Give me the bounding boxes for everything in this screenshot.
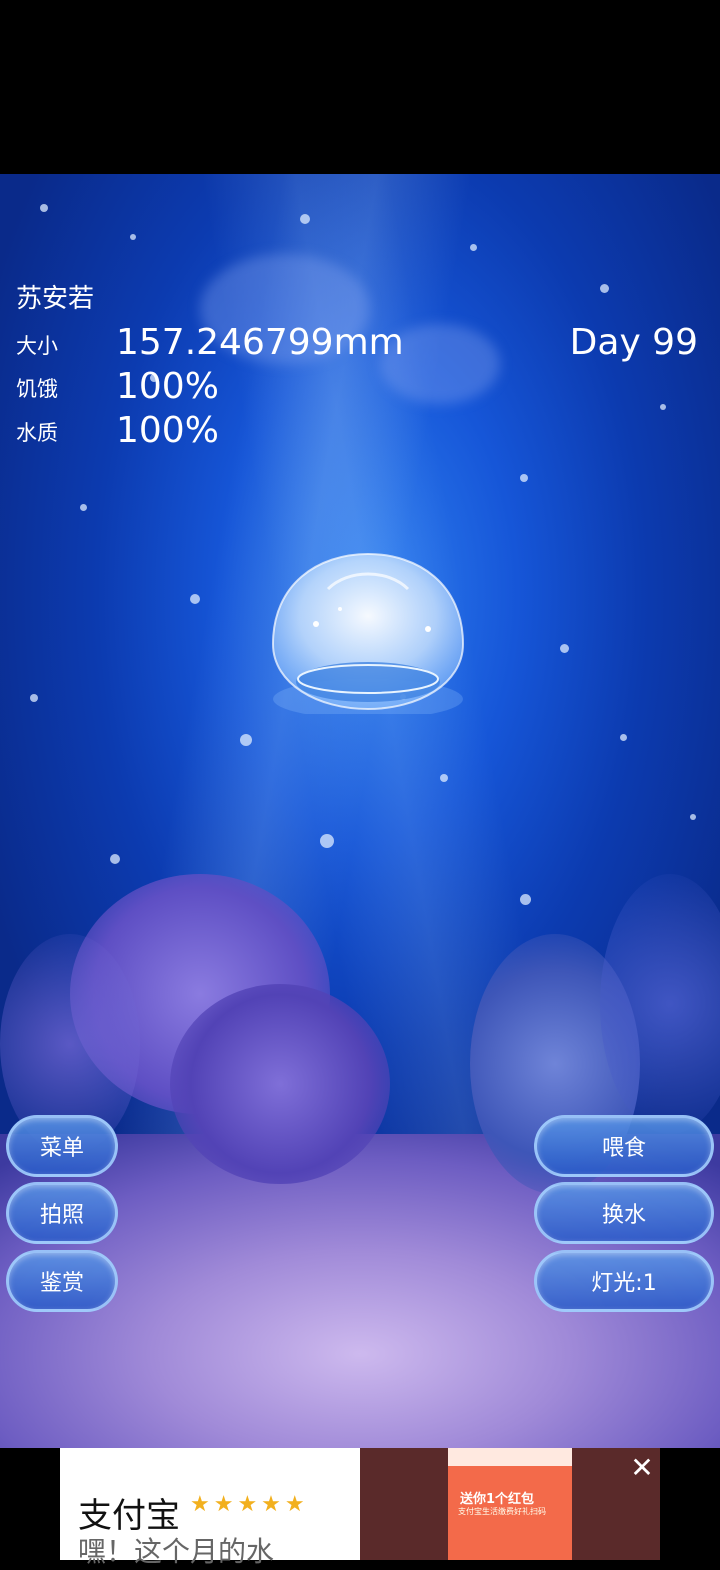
- hunger-label: 饥饿: [16, 377, 58, 401]
- pet-name: 苏安若: [16, 284, 95, 314]
- ad-promo-subtext: 支付宝生活缴费好礼扫码: [458, 1507, 546, 1516]
- status-bar-area: [0, 0, 720, 174]
- change-water-button[interactable]: 换水: [534, 1182, 714, 1244]
- bubble: [440, 774, 448, 782]
- bubble: [300, 214, 310, 224]
- ad-promo-header: 送你1个红包 支付宝生活缴费好礼扫码: [448, 1466, 572, 1560]
- water-quality-label: 水质: [16, 421, 58, 445]
- bubble: [130, 234, 136, 240]
- bubble: [30, 694, 38, 702]
- bubble: [620, 734, 627, 741]
- appreciate-button[interactable]: 鉴赏: [6, 1250, 118, 1312]
- ad-subtitle: 嘿！这个月的水: [78, 1535, 275, 1568]
- light-button[interactable]: 灯光:1: [534, 1250, 714, 1312]
- bubble: [520, 894, 531, 905]
- bubble: [470, 244, 477, 251]
- size-value: 157.246799mm: [116, 322, 404, 363]
- photo-button[interactable]: 拍照: [6, 1182, 118, 1244]
- bubble: [520, 474, 528, 482]
- bubble: [660, 404, 666, 410]
- hunger-value: 100%: [116, 366, 219, 407]
- water-quality-value: 100%: [116, 410, 219, 451]
- bubble: [600, 284, 609, 293]
- close-icon[interactable]: ✕: [630, 1454, 654, 1482]
- bubble: [320, 834, 334, 848]
- bubble: [560, 644, 569, 653]
- bubble: [110, 854, 120, 864]
- bubble: [40, 204, 48, 212]
- ad-card[interactable]: 支付宝 ★★★★★ 嘿！这个月的水: [60, 1448, 360, 1568]
- bubble: [240, 734, 252, 746]
- ad-image[interactable]: 送你1个红包 支付宝生活缴费好礼扫码: [360, 1448, 660, 1560]
- coral-left: [170, 984, 390, 1184]
- ad-banner[interactable]: 支付宝 ★★★★★ 嘿！这个月的水 送你1个红包 支付宝生活缴费好礼扫码 ✕: [0, 1448, 720, 1568]
- bubble: [690, 814, 696, 820]
- size-label: 大小: [16, 334, 58, 358]
- bubble: [190, 594, 200, 604]
- rating-stars: ★★★★★: [190, 1492, 309, 1517]
- day-counter: Day 99: [569, 322, 698, 363]
- feed-button[interactable]: 喂食: [534, 1115, 714, 1177]
- ad-promo-panel: 送你1个红包 支付宝生活缴费好礼扫码: [448, 1448, 572, 1560]
- menu-button[interactable]: 菜单: [6, 1115, 118, 1177]
- ad-promo-text: 送你1个红包: [460, 1492, 535, 1507]
- bubble: [80, 504, 87, 511]
- jellyfish[interactable]: [268, 549, 468, 714]
